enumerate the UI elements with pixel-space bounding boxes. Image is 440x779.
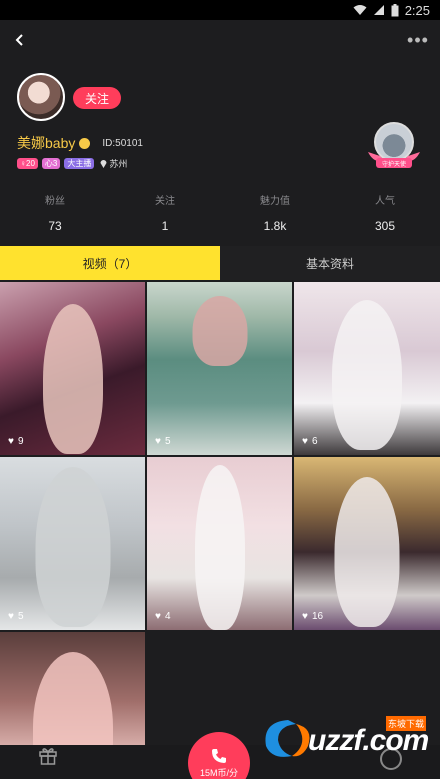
stat-value: 73	[48, 219, 62, 233]
more-button[interactable]: •••	[406, 28, 430, 52]
location-text: 苏州	[109, 159, 128, 169]
heart-icon: ♥	[302, 611, 308, 622]
watermark-logo: uzzf.com 东坡下载	[258, 716, 436, 762]
guard-angel-badge[interactable]: 守护天使	[366, 122, 422, 172]
video-thumbnail[interactable]: ♥ 5	[147, 282, 292, 455]
like-count: ♥ 5	[8, 611, 24, 622]
avatar[interactable]	[17, 73, 65, 121]
heart-icon: ♥	[8, 611, 14, 622]
verified-icon	[79, 137, 91, 149]
stat-charm: 魅力值 1.8k	[220, 192, 330, 242]
stats-row: 粉丝 73 关注 1 魅力值 1.8k 人气 305	[0, 192, 440, 242]
stat-popularity: 人气 305	[330, 192, 440, 242]
stat-label: 人气	[375, 196, 395, 207]
phone-icon	[212, 748, 226, 763]
stat-fans[interactable]: 粉丝 73	[0, 192, 110, 242]
battery-icon	[391, 3, 399, 17]
status-time: 2:25	[404, 2, 430, 18]
video-grid: ♥ 9 ♥ 5 ♥ 6 ♥ 5 ♥ 4 ♥ 16	[0, 282, 440, 779]
level-badge: 心3	[41, 158, 61, 169]
stat-label: 关注	[155, 196, 175, 207]
back-button[interactable]	[8, 28, 32, 52]
stat-label: 粉丝	[45, 196, 65, 207]
follow-button[interactable]: 关注	[73, 87, 121, 109]
like-count: ♥ 16	[302, 611, 324, 622]
username: 美娜baby	[17, 135, 76, 151]
chevron-left-icon	[15, 34, 23, 46]
heart-icon: ♥	[155, 436, 161, 447]
like-count: ♥ 9	[8, 436, 24, 447]
tab-videos[interactable]: 视频（7）	[0, 246, 220, 280]
anchor-badge: 大主播	[64, 158, 95, 169]
signal-icon	[373, 4, 385, 16]
stat-following[interactable]: 关注 1	[110, 192, 220, 242]
tab-profile-info[interactable]: 基本资料	[220, 246, 440, 280]
location-pin-icon	[100, 160, 107, 168]
call-price: 15M币/分	[199, 767, 238, 778]
video-thumbnail[interactable]: ♥ 6	[294, 282, 440, 455]
video-thumbnail[interactable]: ♥ 16	[294, 457, 440, 630]
heart-icon: ♥	[8, 436, 14, 447]
guard-label: 守护天使	[376, 158, 412, 168]
watermark-small-text: 东坡下载	[386, 716, 427, 731]
video-thumbnail[interactable]: ♥ 9	[0, 282, 145, 455]
stat-value: 1.8k	[263, 219, 287, 233]
stat-value: 1	[161, 219, 169, 233]
gender-age-badge: ♀20	[17, 158, 38, 169]
like-count: ♥ 5	[155, 436, 171, 447]
user-id: ID:50101	[102, 137, 143, 149]
heart-icon: ♥	[155, 611, 161, 622]
video-thumbnail[interactable]: ♥ 4	[147, 457, 292, 630]
like-count: ♥ 6	[302, 436, 318, 447]
heart-icon: ♥	[302, 436, 308, 447]
top-nav: •••	[0, 20, 440, 60]
badge-row: ♀20 心3 大主播 苏州	[17, 157, 127, 170]
profile-screen: 2:25 ••• 关注 美娜baby ID:50101 ♀20 心3 大主播 苏…	[0, 0, 440, 779]
video-thumbnail[interactable]: ♥ 5	[0, 457, 145, 630]
status-bar: 2:25	[0, 0, 440, 20]
profile-tabs: 视频（7） 基本资料	[0, 246, 440, 280]
stat-value: 305	[374, 219, 396, 233]
gift-icon	[39, 748, 57, 765]
name-row: 美娜baby ID:50101	[17, 133, 143, 153]
gift-button[interactable]	[38, 745, 58, 765]
wifi-icon	[353, 4, 367, 16]
more-dots-icon: •••	[407, 29, 429, 50]
like-count: ♥ 4	[155, 611, 171, 622]
location: 苏州	[100, 157, 127, 170]
stat-label: 魅力值	[260, 196, 290, 207]
